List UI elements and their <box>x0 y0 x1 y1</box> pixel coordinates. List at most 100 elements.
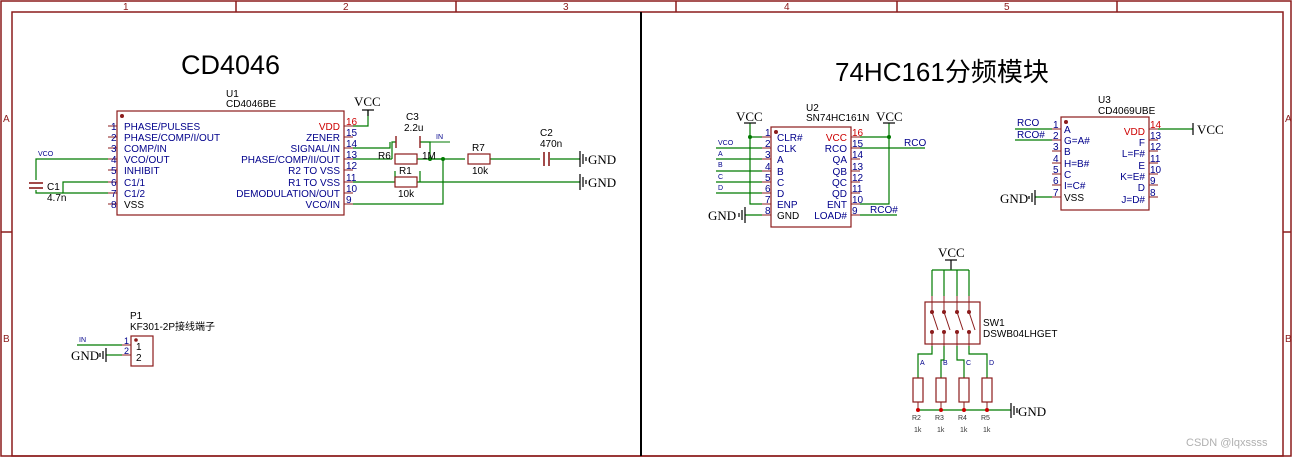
u3-pin-num-5: 5 <box>1053 165 1059 176</box>
r5-value: 1k <box>983 427 991 434</box>
title-cd4046: CD4046 <box>181 50 280 80</box>
r7-ref: R7 <box>472 143 485 154</box>
u3-pin-name-f: F <box>1139 138 1145 149</box>
u1-pin-num-9: 9 <box>346 195 352 206</box>
watermark: CSDN @lqxssss <box>1186 437 1268 449</box>
u2-vcc-right-label: VCC <box>876 109 903 124</box>
c2-ref: C2 <box>540 128 553 139</box>
u1-pin-name-14: SIGNAL/IN <box>291 144 340 155</box>
u3-pin-name-j: J=D# <box>1121 195 1145 206</box>
u2-pin-num-8: 8 <box>765 206 771 217</box>
u1-gnd2-symbol <box>579 174 587 190</box>
u2-pin-num-4: 4 <box>765 162 771 173</box>
u2-chip[interactable]: U2 SN74HC161N 1 2 3 4 5 6 7 8 CLR# CLK A… <box>762 103 869 228</box>
u3-pin-name-d: D <box>1138 183 1145 194</box>
u2-pin-name-enp: ENP <box>777 200 798 211</box>
p1-pin-num-2b: 2 <box>136 353 142 364</box>
u3-pin-name-vdd: VDD <box>1124 127 1145 138</box>
u3-pin-num-8: 8 <box>1150 188 1156 199</box>
c1-value: 4.7n <box>47 193 66 204</box>
u3-chip[interactable]: U3 CD4069UBE 1 2 3 4 5 6 7 A G=A# B H=B#… <box>1052 95 1162 211</box>
u3-pin-num-2: 2 <box>1053 131 1059 142</box>
u3-pin-num-7: 7 <box>1053 188 1059 199</box>
u1-pin-name-11: R1 TO VSS <box>288 178 340 189</box>
r6-resistor[interactable] <box>394 153 418 165</box>
r5-ref: R5 <box>981 415 990 422</box>
r3-resistor[interactable] <box>935 377 947 403</box>
p1-connector[interactable]: P1 KF301-2P接线端子 1 2 1 2 <box>122 311 215 367</box>
r1-value: 10k <box>398 189 415 200</box>
u2-vcc-left-label: VCC <box>736 109 763 124</box>
u2-pin-name-ent: ENT <box>827 200 847 211</box>
u2-pin-num-12: 12 <box>852 173 864 184</box>
u2-pin-name-clr: CLR# <box>777 133 803 144</box>
u1-pin-name-16: VDD <box>319 122 340 133</box>
u1-pin-name-13: PHASE/COMP/II/OUT <box>241 155 340 166</box>
c2-capacitor[interactable] <box>543 152 550 166</box>
u3-pin-num-12: 12 <box>1150 142 1162 153</box>
r2-ref: R2 <box>912 415 921 422</box>
u1-pin-name-15: ZENER <box>306 133 340 144</box>
r4-resistor[interactable] <box>958 377 970 403</box>
sw1-net-d: D <box>989 360 994 367</box>
u1-pin-num-3: 3 <box>111 144 117 155</box>
u3-ref: U3 <box>1098 95 1111 106</box>
u3-pin-num-11: 11 <box>1150 154 1161 165</box>
r6-value: 1M <box>422 151 436 162</box>
u3-pin-num-13: 13 <box>1150 131 1162 142</box>
u2-pin-num-13: 13 <box>852 162 864 173</box>
p1-in-net: IN <box>79 337 86 344</box>
c1-capacitor[interactable] <box>29 182 43 189</box>
r7-resistor[interactable] <box>467 153 491 165</box>
u2-net-d: D <box>718 185 723 192</box>
r2-resistor[interactable] <box>912 377 924 403</box>
u1-gnd1-symbol <box>579 151 587 167</box>
u3-pin-name-l: L=F# <box>1122 149 1146 160</box>
u3-gnd-symbol <box>1028 190 1036 205</box>
sw1-net-b: B <box>943 360 948 367</box>
u1-pin-name-3: COMP/IN <box>124 144 167 155</box>
p1-part: KF301-2P接线端子 <box>130 320 215 333</box>
r5-resistor[interactable] <box>981 377 993 403</box>
sw1-net-a: A <box>920 360 925 367</box>
u1-pin-name-4: VCO/OUT <box>124 155 170 166</box>
schematic-sheet: 1 2 3 4 5 A B A B CD4046 74HC161分频模块 U1 … <box>0 0 1292 457</box>
row-label-a: A <box>3 114 10 125</box>
c3-capacitor[interactable] <box>395 136 421 148</box>
p1-pin-num-1a: 1 <box>124 336 129 346</box>
u2-pin-num-14: 14 <box>852 150 864 161</box>
u3-net-rco-hash: RCO# <box>1017 130 1045 141</box>
u1-pin-num-5: 5 <box>111 166 117 177</box>
u2-pin-name-rco: RCO <box>825 144 847 155</box>
u1-pin-name-10: DEMODULATION/OUT <box>236 189 340 200</box>
title-74hc161: 74HC161分频模块 <box>835 57 1049 87</box>
r1-resistor[interactable] <box>394 176 418 188</box>
u1-pin-name-12: R2 TO VSS <box>288 166 340 177</box>
u2-pin-name-load: LOAD# <box>814 211 847 222</box>
sw1-gnd-label: GND <box>1018 404 1046 419</box>
u2-pin-name-qc: QC <box>832 178 847 189</box>
u3-pin-name-e: E <box>1138 161 1145 172</box>
u2-pin-name-c: C <box>777 178 784 189</box>
u3-pin-name-i: I=C# <box>1064 181 1086 192</box>
u1-pin-name-5: INHIBIT <box>124 166 160 177</box>
u2-part: SN74HC161N <box>806 113 869 124</box>
c3-value: 2.2u <box>404 123 423 134</box>
row-label-b-right: B <box>1285 334 1292 345</box>
r3-ref: R3 <box>935 415 944 422</box>
u3-pin-num-10: 10 <box>1150 165 1162 176</box>
u1-pin-num-8: 8 <box>111 200 117 211</box>
sw1-switch[interactable] <box>924 296 981 346</box>
u1-pin-num-10: 10 <box>346 184 358 195</box>
u2-pin-name-vcc: VCC <box>826 133 847 144</box>
u2-rco-hash-net: RCO# <box>870 205 898 216</box>
u3-pin-num-4: 4 <box>1053 154 1059 165</box>
u3-pin-name-g: G=A# <box>1064 136 1090 147</box>
r2-value: 1k <box>914 427 922 434</box>
u3-pin-num-3: 3 <box>1053 142 1059 153</box>
u1-chip[interactable]: U1 CD4046BE 1 2 3 4 5 6 7 8 PHASE/PULSES… <box>108 89 358 216</box>
u3-pin-name-k: K=E# <box>1120 172 1145 183</box>
p1-pin-num-2a: 2 <box>124 346 129 356</box>
u2-pin-num-1: 1 <box>765 128 771 139</box>
sw1-vcc-label: VCC <box>938 245 965 260</box>
